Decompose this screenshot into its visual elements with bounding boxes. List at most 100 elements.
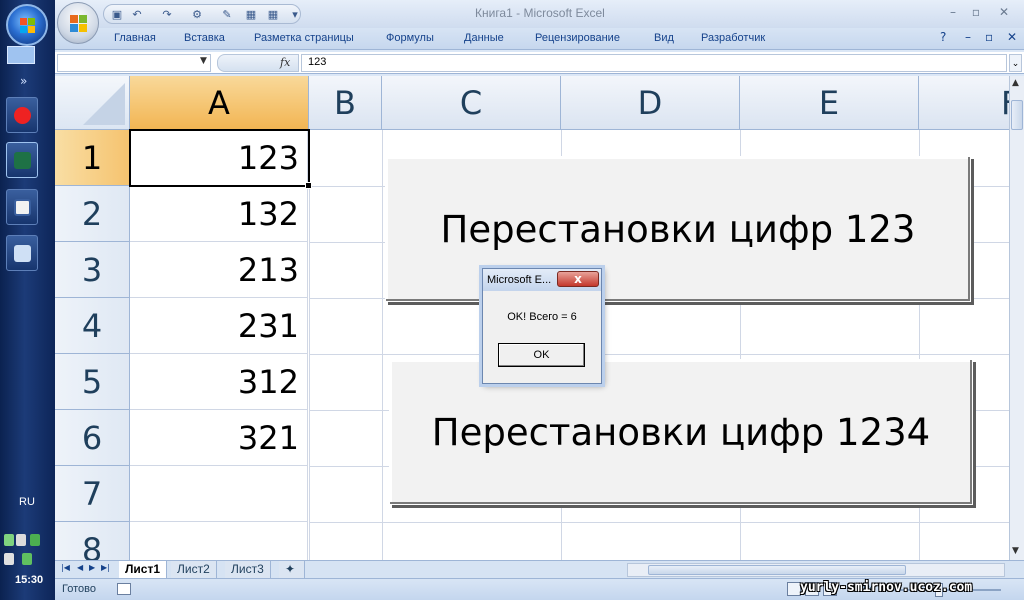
select-all-button[interactable] [55,76,130,130]
save-icon[interactable]: ▣ [110,8,124,21]
maximize-icon[interactable]: ▫ [965,4,987,20]
ribbon-tabs: Главная Вставка Разметка страницы Формул… [55,28,1024,50]
first-sheet-icon[interactable]: |◀ [61,563,70,572]
last-sheet-icon[interactable]: ▶| [101,563,110,572]
column-header-b[interactable]: B [309,76,382,130]
paint-taskbar-icon [14,199,31,216]
office-button[interactable] [57,2,99,44]
start-button[interactable] [6,4,48,46]
status-text: Готово [62,583,96,595]
column-header-e[interactable]: E [740,76,919,130]
redo-icon[interactable]: ↷ [160,8,174,21]
table-icon[interactable]: ▦ [244,8,258,21]
cell-a8[interactable] [130,522,308,560]
quick-access-toolbar: ▣ ↶ ↷ ⚙ ✎ ▦ ▦ ▾ [103,4,301,24]
next-sheet-icon[interactable]: ▶ [89,563,95,572]
message-dialog: Microsoft E... x OK! Всего = 6 OK [482,268,602,384]
row-header-1[interactable]: 1 [55,130,130,186]
sheet-tab-1[interactable]: Лист1 [119,561,168,578]
cell-a7[interactable] [130,466,308,522]
insert-function-icon[interactable]: fx [280,56,290,69]
paint-taskbar-button[interactable] [6,189,38,225]
dialog-ok-button[interactable]: OK [498,343,585,367]
row-header-4[interactable]: 4 [55,298,130,354]
close-icon[interactable]: ✕ [993,4,1015,20]
ribbon-minimize-icon[interactable]: – [965,30,971,44]
scroll-down-icon[interactable]: ▼ [1012,546,1019,556]
name-box[interactable]: ▼ [57,54,211,72]
help-icon[interactable]: ? [940,30,946,44]
dialog-title-bar: Microsoft E... x [483,269,601,291]
column-header-a[interactable]: A [130,76,309,130]
formula-input[interactable]: 123 [301,54,1007,72]
excel-taskbar-button[interactable] [6,142,38,178]
office-logo-icon [70,15,88,33]
undo-icon[interactable]: ↶ [130,8,144,21]
gridline [309,130,310,560]
tab-view[interactable]: Вид [654,32,674,44]
update-icon[interactable] [22,553,32,565]
horizontal-scroll-thumb[interactable] [648,565,906,575]
ribbon-restore-icon[interactable]: ▫ [985,30,993,44]
tab-data[interactable]: Данные [464,32,504,44]
permute-123-button[interactable]: Перестановки цифр 123 [385,156,971,302]
formula-bar: ▼ fx 123 ⌄ [55,52,1024,74]
scroll-up-icon[interactable]: ▲ [1012,78,1019,88]
sheet-tab-2[interactable]: Лист2 [171,561,217,578]
customize-icon[interactable]: ▾ [288,8,302,21]
power-icon[interactable] [4,553,14,565]
expand-chevron-icon[interactable]: » [20,74,27,88]
grid-icon[interactable]: ▦ [266,8,280,21]
yandex-browser-button[interactable] [6,97,38,133]
clock[interactable]: 15:30 [15,574,43,586]
macro-recording-icon[interactable] [117,583,131,595]
new-sheet-icon[interactable]: ✦ [279,561,305,578]
vertical-scrollbar[interactable]: ▲ ▼ [1009,76,1024,560]
permute-1234-button[interactable]: Перестановки цифр 1234 [389,359,973,505]
language-indicator[interactable]: RU [19,496,35,508]
expand-formula-bar-icon[interactable]: ⌄ [1009,54,1022,72]
dropdown-arrow-icon[interactable]: ▼ [200,56,207,66]
row-header-3[interactable]: 3 [55,242,130,298]
tab-insert[interactable]: Вставка [184,32,225,44]
security-icon[interactable] [30,534,40,546]
gridline [382,130,383,560]
row-header-2[interactable]: 2 [55,186,130,242]
cell-a2[interactable]: 132 [130,186,308,242]
volume-icon[interactable] [16,534,26,546]
row-header-8[interactable]: 8 [55,522,130,560]
dialog-close-button[interactable]: x [557,271,599,287]
cell-a3[interactable]: 213 [130,242,308,298]
minimize-icon[interactable]: – [942,4,964,20]
tab-home[interactable]: Главная [114,32,156,44]
show-desktop-icon[interactable] [7,46,35,64]
tab-developer[interactable]: Разработчик [701,32,765,44]
tab-review[interactable]: Рецензирование [535,32,620,44]
cell-a4[interactable]: 231 [130,298,308,354]
cell-a1[interactable]: 123 [130,130,308,186]
network-icon[interactable] [4,534,14,546]
normal-view-icon[interactable] [787,582,801,596]
notepad-taskbar-button[interactable] [6,235,38,271]
tab-formulas[interactable]: Формулы [386,32,434,44]
chart-icon[interactable]: ✎ [220,8,234,21]
column-header-d[interactable]: D [561,76,740,130]
windows-taskbar: » RU 15:30 [0,0,55,600]
row-header-5[interactable]: 5 [55,354,130,410]
title-bar: ▣ ↶ ↷ ⚙ ✎ ▦ ▦ ▾ Книга1 - Microsoft Excel… [55,0,1024,28]
tools-icon[interactable]: ⚙ [190,8,204,21]
sheet-tab-3[interactable]: Лист3 [225,561,271,578]
tab-page-layout[interactable]: Разметка страницы [254,32,354,44]
ribbon-close-icon[interactable]: ✕ [1007,30,1017,44]
watermark: yurly-smirnov.ucoz.com [800,580,973,595]
column-header-c[interactable]: C [382,76,561,130]
prev-sheet-icon[interactable]: ◀ [77,563,83,572]
cell-a5[interactable]: 312 [130,354,308,410]
vertical-scroll-thumb[interactable] [1011,100,1023,130]
column-header-f[interactable]: F [919,76,1009,130]
row-header-7[interactable]: 7 [55,466,130,522]
cell-a6[interactable]: 321 [130,410,308,466]
windows-logo-icon [20,18,36,34]
row-header-6[interactable]: 6 [55,410,130,466]
horizontal-scrollbar[interactable] [627,563,1005,577]
